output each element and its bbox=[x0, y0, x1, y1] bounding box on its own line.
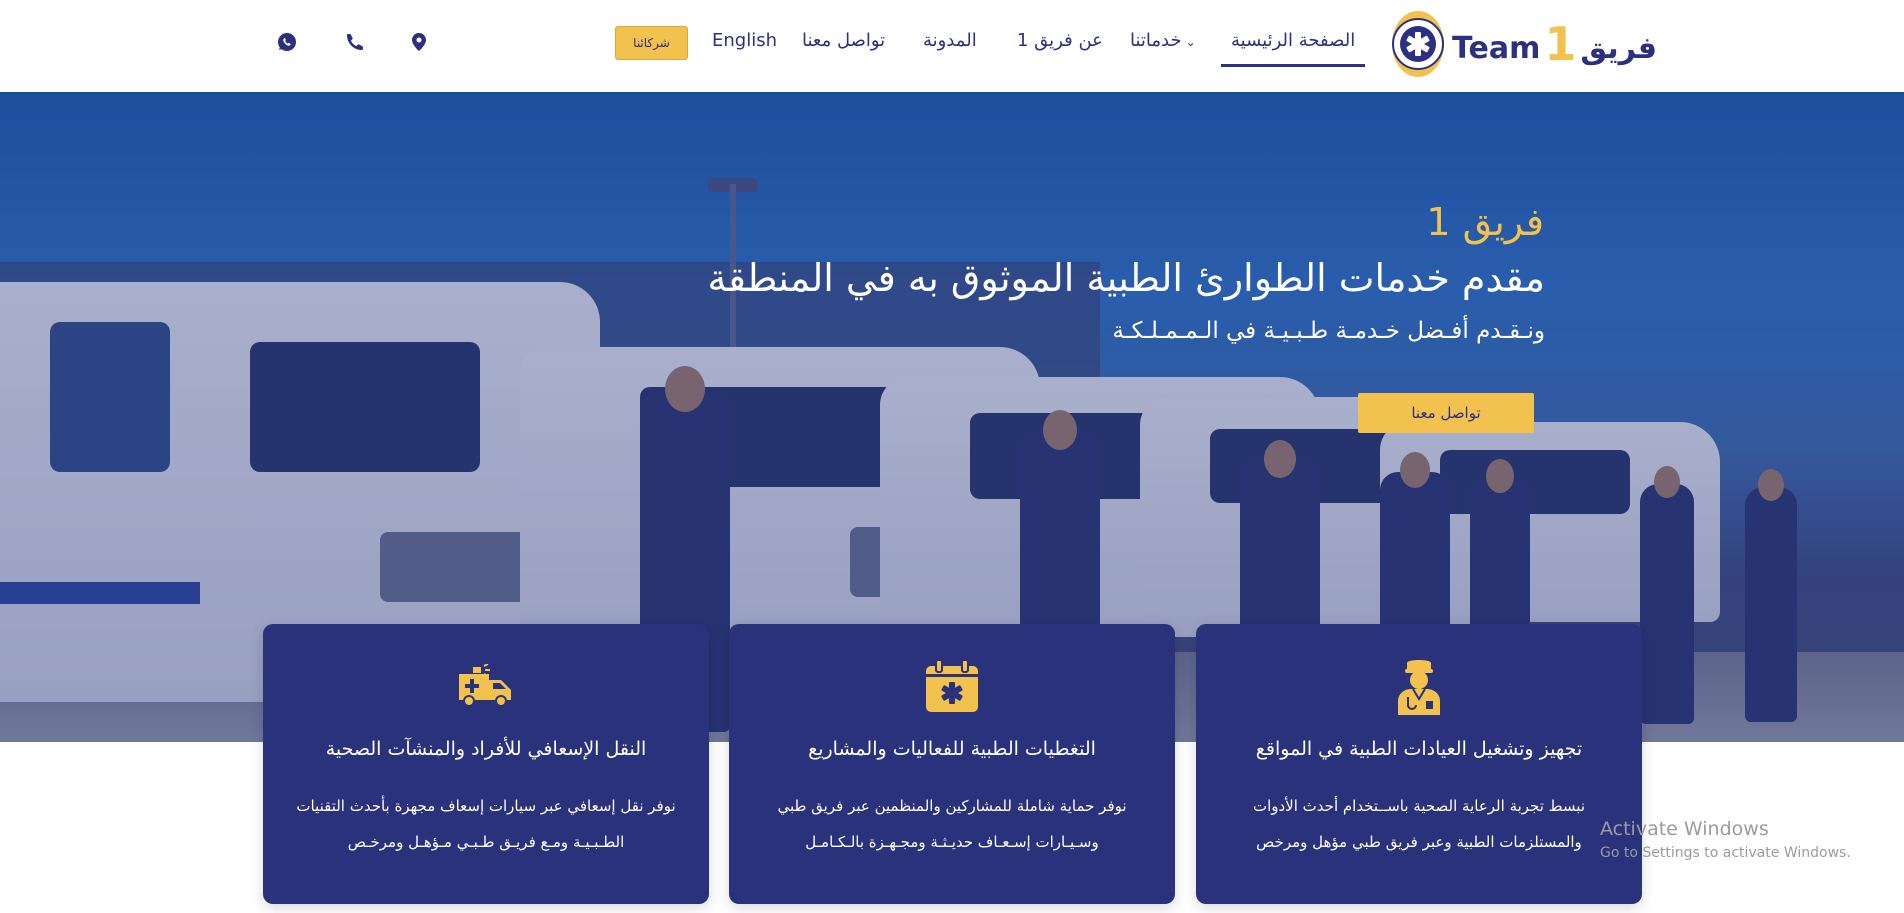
card-title: التغطيات الطبية للفعاليات والمشاريع bbox=[808, 738, 1096, 760]
hero-contact-button[interactable]: تواصل معنا bbox=[1358, 393, 1534, 433]
nav-services[interactable]: خدماتنا ⌄ bbox=[1130, 30, 1196, 51]
hero-subtitle: ونـقـدم أفـضل خـدمـة طـبـيـة في الـمـمـل… bbox=[1112, 318, 1545, 344]
nav-blog[interactable]: المدونة bbox=[923, 30, 977, 51]
site-header: Team 1 فريق الصفحة الرئيسية خدماتنا ⌄ عن … bbox=[0, 0, 1904, 92]
card-title: النقل الإسعافي للأفراد والمنشآت الصحية bbox=[325, 738, 647, 760]
card-text-line: والمستلزمات الطبية وعبر فريق طبي مؤهل وم… bbox=[1256, 833, 1582, 851]
calendar-medical-icon bbox=[922, 658, 982, 714]
nav-about[interactable]: عن فريق 1 bbox=[1017, 30, 1103, 51]
nav-english[interactable]: English bbox=[712, 30, 777, 51]
nav-contact[interactable]: تواصل معنا bbox=[802, 30, 885, 51]
whatsapp-icon[interactable] bbox=[275, 30, 299, 54]
ambulance-icon bbox=[456, 658, 516, 714]
partners-button[interactable]: شركائنا bbox=[615, 26, 688, 60]
card-text: نوفر حماية شاملة للمشاركين والمنظمين عبر… bbox=[749, 788, 1155, 860]
hero-brand: فريق 1 bbox=[1426, 200, 1544, 244]
nav-home[interactable]: الصفحة الرئيسية bbox=[1220, 30, 1366, 67]
nav-services-label: خدماتنا bbox=[1130, 30, 1182, 51]
phone-icon[interactable] bbox=[343, 30, 367, 54]
logo-wordmark: Team 1 فريق bbox=[1452, 17, 1657, 71]
windows-activation-title: Activate Windows bbox=[1600, 818, 1769, 840]
card-text-line: الطـبـيـة ومـع فريـق طـبـي مـؤهـل ومرخـص bbox=[347, 833, 625, 851]
map-pin-icon[interactable] bbox=[407, 30, 431, 54]
hero-title: مقدم خدمات الطوارئ الطبية الموثوق به في … bbox=[707, 256, 1545, 300]
service-card-transport[interactable]: النقل الإسعافي للأفراد والمنشآت الصحية ن… bbox=[263, 624, 709, 904]
logo-ar: فريق bbox=[1580, 31, 1657, 66]
medic-icon bbox=[1389, 658, 1449, 715]
service-card-events[interactable]: التغطيات الطبية للفعاليات والمشاريع نوفر… bbox=[729, 624, 1175, 904]
chevron-down-icon: ⌄ bbox=[1185, 35, 1196, 49]
logo-en: Team bbox=[1452, 31, 1541, 66]
logo-one: 1 bbox=[1544, 17, 1577, 71]
service-card-clinics[interactable]: تجهيز وتشغيل العيادات الطبية في المواقع … bbox=[1196, 624, 1642, 904]
card-text-line: نبسط تجربة الرعاية الصحية باســتخدام أحد… bbox=[1252, 797, 1586, 815]
site-logo[interactable]: Team 1 فريق bbox=[1392, 10, 1657, 78]
card-text-line: وسـيـارات إسـعـاف حديـثـة ومجـهـزة بالـك… bbox=[805, 833, 1099, 851]
card-text-line: نوفر حماية شاملة للمشاركين والمنظمين عبر… bbox=[777, 797, 1127, 815]
windows-activation-subtitle: Go to Settings to activate Windows. bbox=[1600, 845, 1851, 861]
logo-badge-icon bbox=[1392, 11, 1444, 77]
page: Team 1 فريق الصفحة الرئيسية خدماتنا ⌄ عن … bbox=[0, 0, 1904, 913]
card-text: نوفر نقل إسعافي عبر سيارات إسعاف مجهزة ب… bbox=[283, 788, 689, 860]
card-text: نبسط تجربة الرعاية الصحية باســتخدام أحد… bbox=[1216, 788, 1622, 860]
card-title: تجهيز وتشغيل العيادات الطبية في المواقع bbox=[1255, 738, 1583, 760]
card-text-line: نوفر نقل إسعافي عبر سيارات إسعاف مجهزة ب… bbox=[296, 797, 676, 815]
